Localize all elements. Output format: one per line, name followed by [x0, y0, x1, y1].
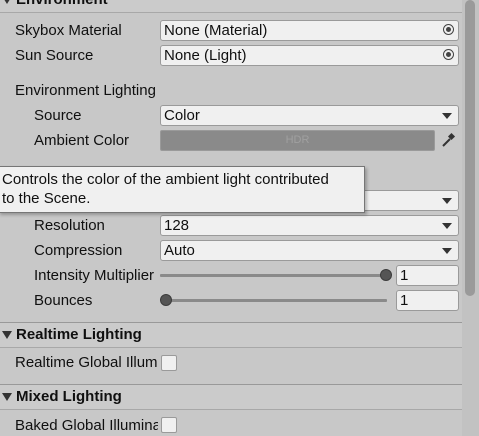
- dropdown-arrow-icon: [442, 198, 452, 204]
- mixed-lighting-header[interactable]: Mixed Lighting: [0, 384, 462, 410]
- intensity-value-field[interactable]: 1: [396, 265, 459, 286]
- tooltip-line-2: to the Scene.: [2, 190, 91, 207]
- intensity-multiplier-label: Intensity Multiplier: [34, 267, 155, 284]
- bounces-slider-track[interactable]: [162, 299, 387, 302]
- resolution-dropdown[interactable]: 128: [160, 215, 459, 236]
- ambient-color-label: Ambient Color: [34, 132, 130, 149]
- skybox-material-value: None (Material): [164, 22, 268, 39]
- foldout-arrow-icon: [2, 0, 12, 4]
- sun-source-value: None (Light): [164, 47, 247, 64]
- skybox-material-field[interactable]: None (Material): [160, 20, 459, 41]
- ambient-color-swatch[interactable]: HDR: [160, 130, 435, 151]
- tooltip-line-1: Controls the color of the ambient light …: [2, 171, 329, 188]
- eyedropper-icon: [442, 132, 456, 147]
- vertical-scrollbar[interactable]: [462, 0, 479, 436]
- compression-label: Compression: [34, 242, 123, 259]
- bounces-value-field[interactable]: 1: [396, 290, 459, 311]
- realtime-gi-checkbox[interactable]: [161, 355, 177, 371]
- scrollbar-thumb[interactable]: [465, 0, 475, 296]
- sun-source-label: Sun Source: [15, 47, 94, 64]
- intensity-slider-thumb[interactable]: [380, 269, 392, 281]
- bounces-label: Bounces: [34, 292, 93, 309]
- intensity-value: 1: [400, 267, 409, 284]
- foldout-arrow-icon: [2, 393, 12, 401]
- environment-lighting-label: Environment Lighting: [15, 82, 156, 99]
- source-dropdown[interactable]: Color: [160, 105, 459, 126]
- environment-section-header[interactable]: Environment: [0, 0, 462, 13]
- realtime-lighting-title: Realtime Lighting: [16, 326, 142, 343]
- dropdown-arrow-icon: [442, 113, 452, 119]
- compression-value: Auto: [164, 242, 195, 259]
- dropdown-arrow-icon: [442, 223, 452, 229]
- mixed-lighting-title: Mixed Lighting: [16, 388, 122, 405]
- eyedropper-button[interactable]: [437, 130, 459, 151]
- object-picker-icon[interactable]: [443, 24, 454, 35]
- baked-gi-checkbox[interactable]: [161, 417, 177, 433]
- skybox-material-label: Skybox Material: [15, 22, 122, 39]
- environment-section-title: Environment: [16, 0, 108, 10]
- bounces-value: 1: [400, 292, 409, 309]
- sun-source-field[interactable]: None (Light): [160, 45, 459, 66]
- realtime-gi-label: Realtime Global Illumination: [15, 354, 158, 371]
- intensity-slider-track[interactable]: [160, 274, 387, 277]
- baked-gi-label: Baked Global Illumination: [15, 417, 158, 434]
- bounces-slider-thumb[interactable]: [160, 294, 172, 306]
- hdr-label: HDR: [285, 134, 310, 146]
- realtime-lighting-header[interactable]: Realtime Lighting: [0, 322, 462, 348]
- object-picker-icon[interactable]: [443, 49, 454, 60]
- resolution-value: 128: [164, 217, 190, 234]
- foldout-arrow-icon: [2, 331, 12, 339]
- ambient-color-tooltip: Controls the color of the ambient light …: [0, 166, 365, 213]
- source-value: Color: [164, 107, 200, 124]
- source-label: Source: [34, 107, 82, 124]
- dropdown-arrow-icon: [442, 248, 452, 254]
- resolution-label: Resolution: [34, 217, 105, 234]
- compression-dropdown[interactable]: Auto: [160, 240, 459, 261]
